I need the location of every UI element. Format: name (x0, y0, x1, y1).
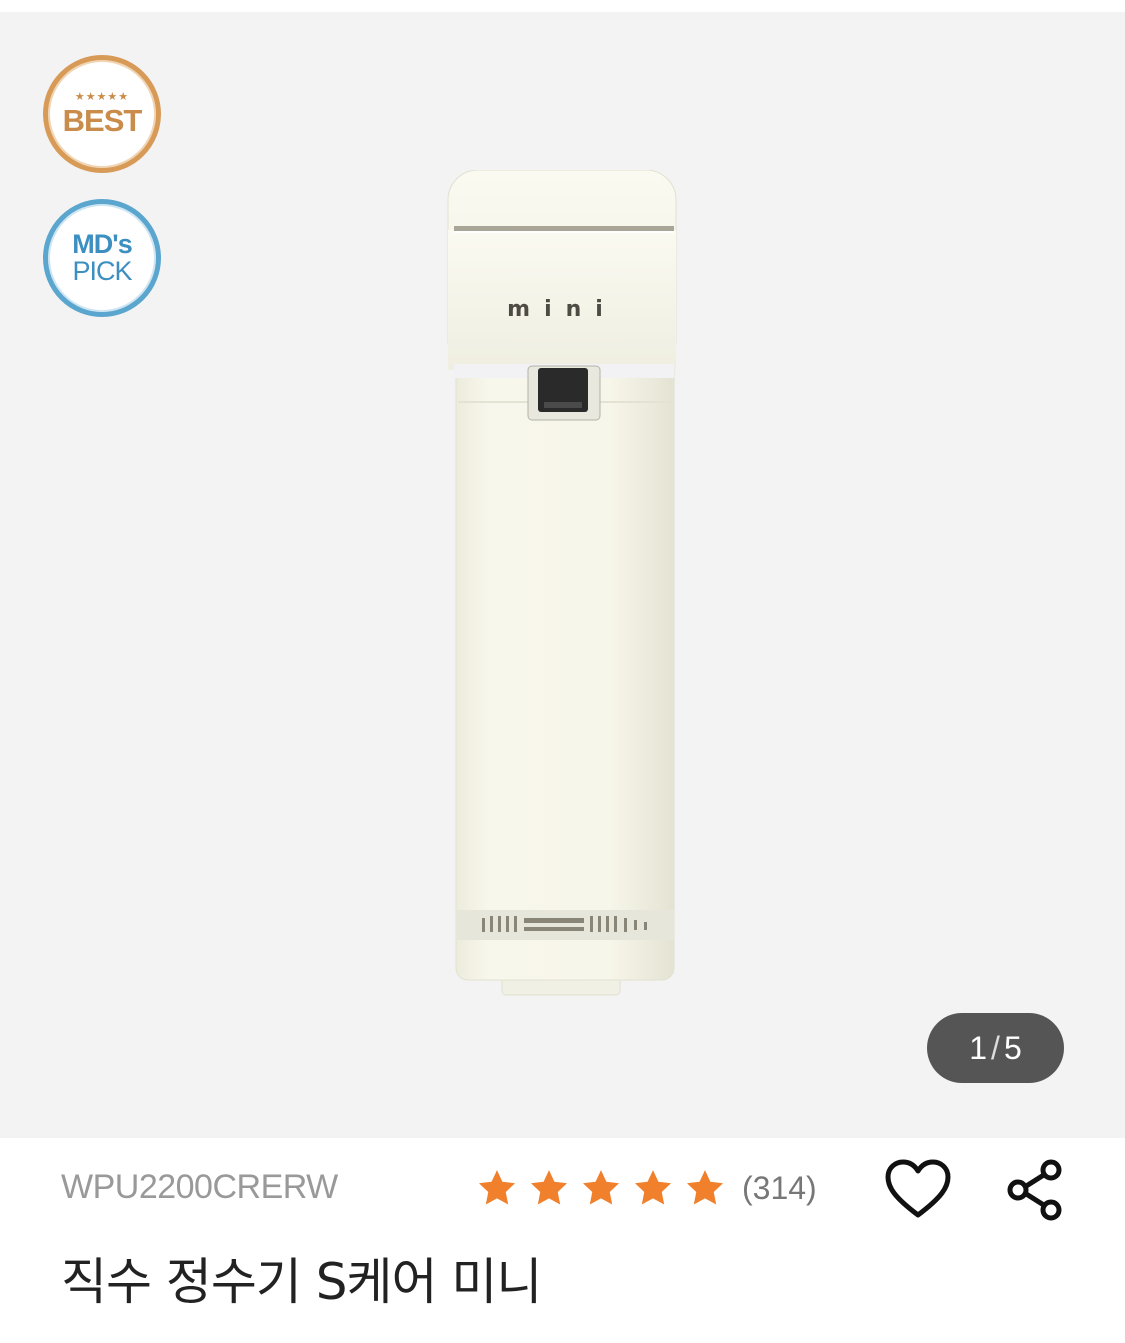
product-image-gallery[interactable]: ★★★★★ BEST MD's PICK mini 1 / 5 (0, 12, 1125, 1138)
star-icon (686, 1170, 724, 1205)
star-icon (478, 1170, 516, 1205)
counter-current: 1 (969, 1029, 988, 1066)
heart-icon (885, 1159, 951, 1218)
star-icon (634, 1170, 672, 1205)
counter-separator: / (991, 1029, 1000, 1066)
product-info-row: WPU2200CRERW (314) (0, 1138, 1125, 1238)
image-counter: 1 / 5 (927, 1013, 1064, 1083)
product-logo-text: mini (507, 297, 617, 322)
md-pick-line2: PICK (72, 256, 132, 286)
wishlist-button[interactable] (882, 1154, 954, 1226)
product-image: mini (447, 170, 677, 996)
star-icon (582, 1170, 620, 1205)
rating-stars[interactable]: (314) (476, 1166, 817, 1210)
md-pick-badge: MD's PICK (43, 199, 161, 317)
star-icon (530, 1170, 568, 1205)
share-icon (1007, 1159, 1062, 1221)
model-code: WPU2200CRERW (61, 1168, 338, 1206)
counter-total: 5 (1003, 1029, 1022, 1066)
md-pick-line1: MD's (72, 229, 132, 259)
product-detail-page: ★★★★★ BEST MD's PICK mini 1 / 5 WPU2200C… (0, 0, 1125, 1343)
best-badge-stars: ★★★★★ (74, 90, 130, 103)
best-badge-label: BEST (62, 103, 143, 138)
product-title: 직수 정수기 S케어 미니 (61, 1253, 542, 1311)
review-count[interactable]: (314) (742, 1170, 817, 1207)
share-button[interactable] (999, 1154, 1071, 1226)
best-badge: ★★★★★ BEST (43, 55, 161, 173)
